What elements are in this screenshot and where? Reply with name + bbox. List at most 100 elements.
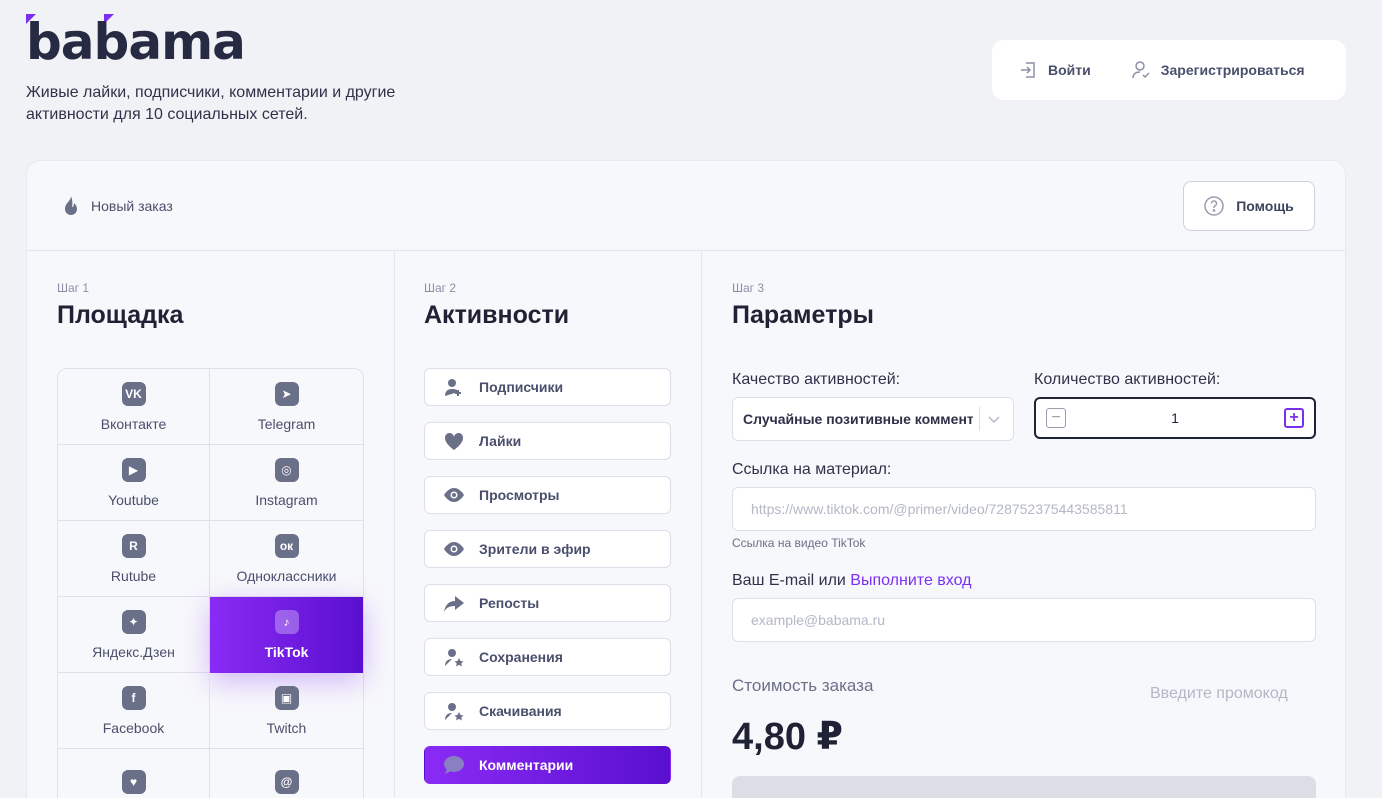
select-separator: [979, 407, 980, 431]
platform-label: Facebook: [102, 719, 165, 736]
eye-icon: [444, 542, 464, 556]
step3-label: Шаг 3: [732, 281, 765, 295]
platform-item[interactable]: f Facebook: [58, 673, 210, 749]
email-input[interactable]: [732, 598, 1316, 642]
platform-item[interactable]: ▣ Twitch: [210, 673, 363, 749]
login-label: Войти: [1048, 62, 1091, 78]
submit-button[interactable]: [732, 776, 1316, 798]
platform-label: Одноклассники: [236, 567, 337, 584]
platform-label: Instagram: [255, 491, 318, 508]
activity-label: Зрители в эфир: [479, 541, 591, 557]
quantity-label: Количество активностей:: [1034, 371, 1221, 388]
chevron-down-icon: [988, 416, 1000, 424]
likee-icon: ♥: [121, 769, 146, 794]
share-icon: [444, 596, 464, 612]
link-input[interactable]: [732, 487, 1316, 531]
user-star-icon: [445, 703, 464, 721]
activity-item[interactable]: Подписчики: [424, 368, 671, 406]
user-check-icon: [1131, 61, 1150, 79]
platform-item[interactable]: ♥: [58, 749, 210, 798]
promo-link[interactable]: Введите промокод: [1150, 685, 1288, 703]
step1-label: Шаг 1: [57, 281, 90, 295]
platform-item[interactable]: ✦ Яндекс.Дзен: [58, 597, 210, 673]
activity-label: Репосты: [479, 595, 540, 611]
activity-item[interactable]: Репосты: [424, 584, 671, 622]
odnoklassniki-icon: ок: [274, 533, 299, 558]
platform-item[interactable]: ◎ Instagram: [210, 445, 363, 521]
activity-label: Сохранения: [479, 649, 563, 665]
price: 4,80 ₽: [732, 716, 843, 758]
telegram-icon: ➤: [274, 381, 299, 406]
activity-label: Лайки: [479, 433, 522, 449]
platform-item[interactable]: VK Вконтакте: [58, 369, 210, 445]
platform-item[interactable]: ок Одноклассники: [210, 521, 363, 597]
auth-box: Войти Зарегистрироваться: [992, 40, 1346, 100]
instagram-icon: ◎: [274, 457, 299, 482]
help-button[interactable]: Помощь: [1183, 180, 1315, 231]
comment-icon: [444, 756, 464, 774]
platform-item[interactable]: @: [210, 749, 363, 798]
activity-item[interactable]: Просмотры: [424, 476, 671, 514]
activity-item[interactable]: Скачивания: [424, 692, 671, 730]
minus-button[interactable]: −: [1046, 408, 1066, 428]
tagline: Живые лайки, подписчики, комментарии и д…: [26, 84, 396, 123]
link-hint: Ссылка на видео TikTok: [732, 536, 866, 550]
logo[interactable]: babama: [26, 12, 246, 72]
help-label: Помощь: [1236, 197, 1294, 214]
add-user-icon: [445, 379, 461, 396]
activity-item[interactable]: Лайки: [424, 422, 671, 460]
heart-icon: [444, 432, 464, 450]
question-icon: [1204, 195, 1224, 216]
step1-column: Шаг 1 Площадка VK Вконтакте ➤ Telegram ▶ Yout…: [27, 251, 395, 798]
platform-item[interactable]: ➤ Telegram: [210, 369, 363, 445]
register-button[interactable]: Зарегистрироваться: [1131, 60, 1305, 80]
cost-label: Стоимость заказа: [732, 676, 874, 695]
activity-label: Комментарии: [479, 757, 574, 773]
platform-item[interactable]: ▶ Youtube: [58, 445, 210, 521]
plus-button[interactable]: +: [1283, 408, 1304, 428]
activity-item[interactable]: Комментарии: [424, 746, 671, 784]
activity-label: Подписчики: [479, 379, 564, 395]
quality-label: Качество активностей:: [732, 371, 901, 388]
quantity-value[interactable]: 1: [1171, 410, 1179, 426]
activity-item[interactable]: Сохранения: [424, 638, 671, 676]
register-label: Зарегистрироваться: [1160, 62, 1305, 78]
link-label: Ссылка на материал:: [732, 461, 892, 478]
vk-icon: VK: [121, 381, 146, 406]
step1-title: Площадка: [57, 301, 184, 329]
eye-icon: [444, 488, 464, 502]
login-link[interactable]: Выполните вход: [850, 572, 971, 589]
new-order: Новый заказ: [61, 195, 173, 217]
twitch-icon: ▣: [274, 685, 299, 710]
order-card: Новый заказ Помощь Шаг 1 Площадка VK Вкон…: [26, 160, 1346, 798]
activity-label: Скачивания: [479, 703, 562, 719]
email-label-prefix: Ваш E-mail или: [732, 572, 846, 589]
tiktok-icon: ♪: [274, 609, 299, 634]
activity-item[interactable]: Зрители в эфир: [424, 530, 671, 568]
platform-label: Rutube: [110, 567, 157, 584]
new-order-label: Новый заказ: [91, 197, 173, 214]
step2-label: Шаг 2: [424, 281, 457, 295]
platform-label: TikTok: [264, 643, 309, 660]
rutube-icon: R: [121, 533, 146, 558]
quantity-stepper[interactable]: − 1 +: [1034, 397, 1316, 439]
step2-column: Шаг 2 Активности Подписчики Лайки Просмотр…: [395, 251, 702, 798]
platform-grid: VK Вконтакте ➤ Telegram ▶ Youtube ◎ Instagram R R…: [57, 368, 364, 798]
platform-label: Twitch: [266, 719, 307, 736]
platform-label: Яндекс.Дзен: [92, 643, 175, 660]
user-star-icon: [445, 649, 464, 667]
email-label: Ваш E-mail или Выполните вход: [732, 572, 971, 590]
login-icon: [1021, 62, 1035, 78]
platform-label: Youtube: [108, 491, 159, 508]
step3-column: Шаг 3 Параметры Качество активностей: Сл…: [702, 251, 1345, 798]
activity-list: Подписчики Лайки Просмотры Зрители в эфир Ре…: [424, 368, 671, 798]
youtube-icon: ▶: [121, 457, 146, 482]
platform-label: Telegram: [257, 415, 316, 432]
platform-item[interactable]: R Rutube: [58, 521, 210, 597]
quality-value: Случайные позитивные комментарии: [743, 411, 973, 427]
platform-item[interactable]: ♪ TikTok: [210, 597, 363, 673]
step3-title: Параметры: [732, 301, 874, 329]
quality-select[interactable]: Случайные позитивные комментарии: [732, 397, 1014, 441]
login-button[interactable]: Войти: [1018, 60, 1091, 80]
zen-icon: ✦: [121, 609, 146, 634]
